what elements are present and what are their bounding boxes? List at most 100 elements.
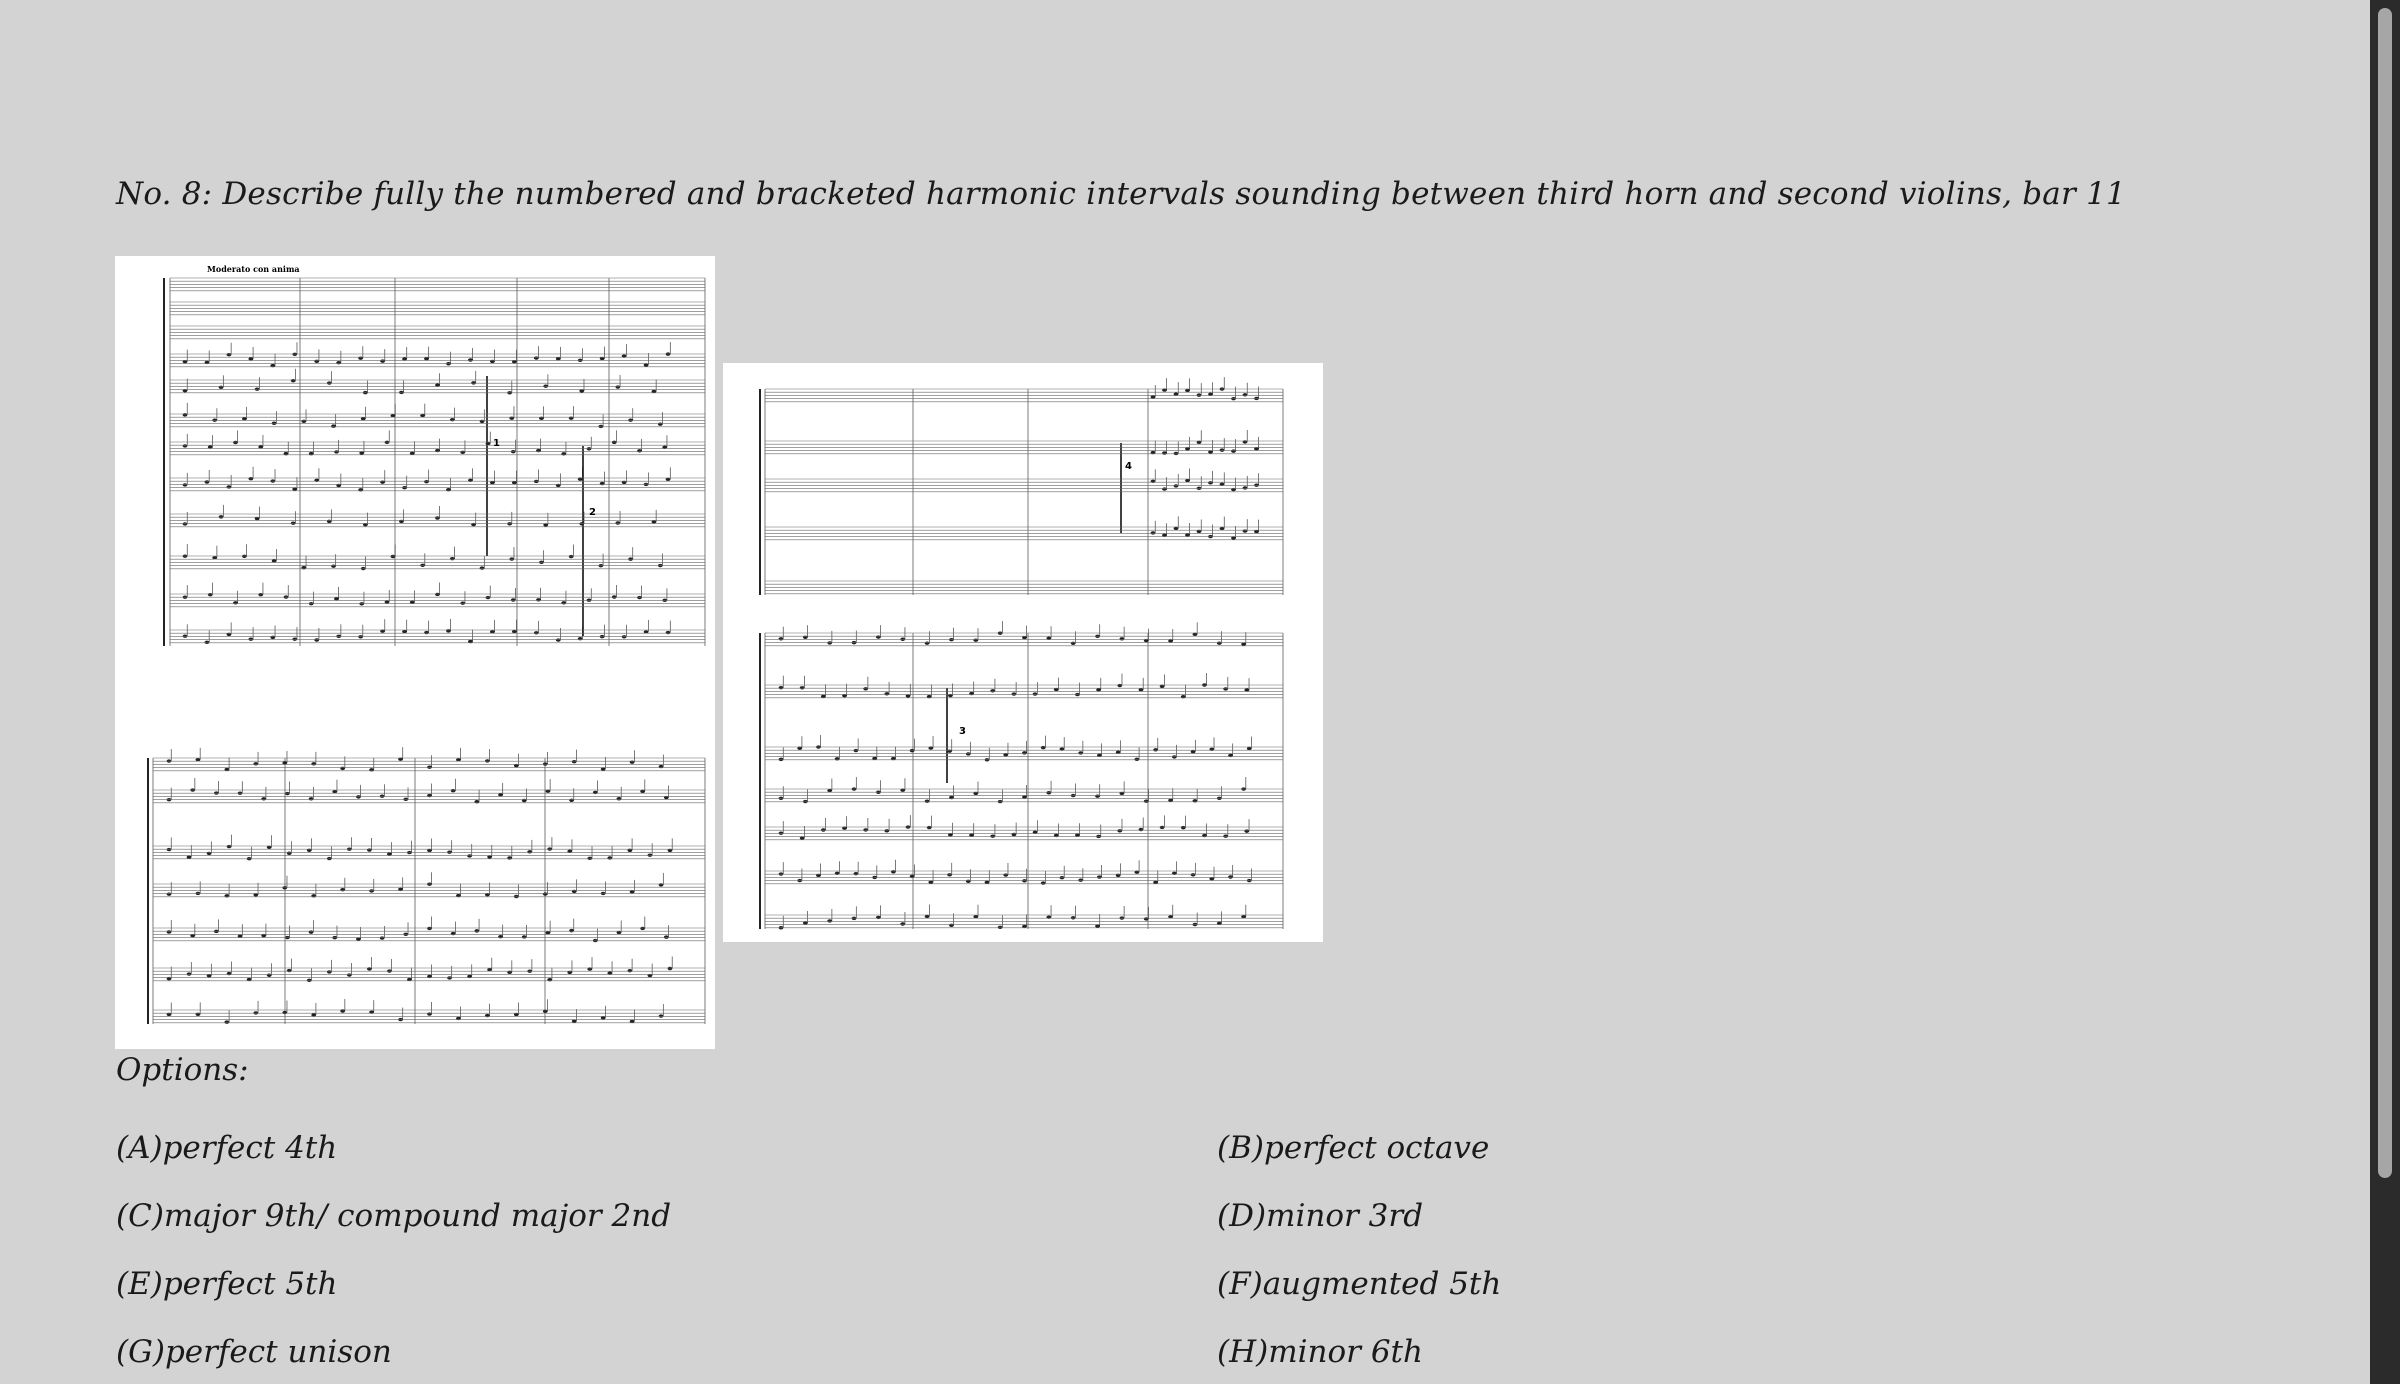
note-head (314, 638, 320, 642)
note-head (290, 521, 296, 525)
scrollbar-thumb[interactable] (2378, 8, 2392, 1178)
score-excerpt-2-drawing: 3 4 (759, 377, 1284, 930)
note-head (166, 847, 172, 852)
option-g[interactable]: (G)perfect unison (116, 1334, 392, 1370)
note-head (827, 919, 833, 923)
note-head (498, 793, 503, 797)
note-head (1153, 748, 1159, 752)
note-head (827, 788, 833, 793)
note-head (379, 936, 385, 940)
note-head (427, 926, 432, 931)
note-head (384, 600, 390, 604)
note-head (346, 973, 352, 977)
note-head (533, 631, 539, 635)
note-head (884, 829, 890, 833)
note-head (665, 630, 671, 635)
note-head (266, 973, 272, 977)
note-head (1046, 791, 1052, 795)
note-head (484, 1013, 490, 1018)
note-head (340, 887, 346, 892)
option-a[interactable]: (A)perfect 4th (116, 1130, 337, 1166)
note-head (1032, 692, 1038, 696)
note-head (1138, 688, 1144, 692)
note-head (427, 1012, 432, 1016)
note-head (1190, 873, 1196, 877)
note-head (536, 598, 541, 602)
note-head (611, 440, 617, 445)
note-head (965, 752, 971, 756)
option-b[interactable]: (B)perfect octave (1217, 1130, 1489, 1166)
options-heading: Options: (116, 1052, 249, 1088)
note-head (460, 601, 466, 605)
note-head (204, 640, 210, 645)
note-head (507, 856, 513, 860)
note-head (1150, 531, 1156, 535)
vertical-scrollbar[interactable] (2370, 0, 2400, 1384)
note-head (616, 797, 622, 801)
note-head (292, 487, 298, 491)
note-head (1223, 687, 1229, 691)
note-head (1196, 486, 1202, 490)
note-head (233, 601, 238, 605)
note-head (402, 629, 407, 634)
note-head (615, 385, 621, 389)
note-head (282, 886, 288, 890)
note-head (1171, 871, 1177, 876)
note-head (182, 483, 188, 487)
note-head (1223, 834, 1229, 838)
note-head (334, 597, 339, 601)
note-head (1171, 755, 1177, 759)
note-head (928, 880, 934, 884)
option-e[interactable]: (E)perfect 5th (116, 1266, 337, 1302)
note-head (1168, 798, 1173, 802)
note-head (1003, 873, 1009, 877)
note-head (926, 825, 932, 830)
note-head (876, 915, 881, 920)
note-head (292, 637, 298, 641)
note-head (627, 969, 633, 973)
system-bracket (759, 633, 761, 929)
note-head (1246, 746, 1252, 751)
note-head (1143, 917, 1149, 921)
note-head (248, 637, 254, 641)
note-head (587, 856, 593, 861)
note-head (621, 635, 627, 639)
question-page: No. 8: Describe fully the numbered and b… (0, 0, 2400, 1384)
note-head (356, 795, 361, 799)
note-head (369, 889, 375, 893)
note-head (827, 641, 833, 645)
note-head (1040, 745, 1046, 750)
note-head (282, 1010, 288, 1015)
note-head (527, 850, 533, 854)
note-head (218, 515, 224, 519)
note-head (1173, 451, 1179, 456)
note-head (248, 476, 254, 481)
note-head (924, 641, 930, 645)
note-head (166, 930, 172, 934)
note-head (924, 799, 930, 803)
option-f[interactable]: (F)augmented 5th (1217, 1266, 1501, 1302)
note-head (592, 790, 598, 795)
note-head (1242, 393, 1248, 397)
note-head (485, 595, 491, 600)
note-head (1078, 751, 1084, 755)
note-head (224, 1020, 230, 1024)
note-head (334, 450, 339, 454)
note-head (1190, 750, 1196, 754)
note-head (449, 417, 455, 422)
note-head (1070, 916, 1076, 920)
bracket-number-3: 3 (959, 726, 966, 737)
option-h[interactable]: (H)minor 6th (1217, 1334, 1423, 1370)
note-head (446, 629, 451, 633)
note-head (778, 757, 784, 762)
note-head (1208, 481, 1213, 485)
note-head (226, 971, 232, 976)
option-d[interactable]: (D)minor 3rd (1217, 1198, 1423, 1234)
note-head (242, 417, 247, 421)
note-head (366, 848, 372, 852)
option-c[interactable]: (C)major 9th/ compound major 2nd (116, 1198, 671, 1234)
note-head (586, 447, 592, 451)
note-head (1078, 878, 1084, 882)
note-head (360, 417, 366, 421)
note-head (1040, 881, 1046, 885)
